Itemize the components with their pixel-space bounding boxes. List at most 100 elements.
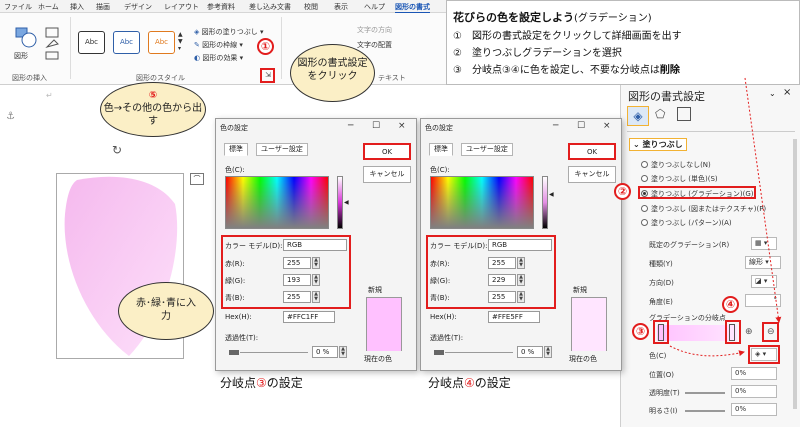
- green-input[interactable]: 229: [488, 274, 516, 286]
- blue-label: 青(B):: [430, 294, 450, 302]
- tab-references[interactable]: 参考資料: [207, 2, 235, 12]
- fill-section-header[interactable]: ⌄ 塗りつぶし: [629, 138, 687, 151]
- text-direction-button[interactable]: 文字の方向: [357, 25, 392, 35]
- tab-home[interactable]: ホーム: [38, 2, 59, 12]
- luminance-slider[interactable]: [542, 176, 548, 229]
- fill-line-tab-icon[interactable]: ◈: [627, 106, 649, 126]
- effects-tab-icon[interactable]: ⬠: [655, 107, 665, 121]
- text-align-button[interactable]: 文字の配置: [357, 40, 392, 50]
- red-spinner[interactable]: ▲ ▼: [517, 257, 525, 269]
- blue-input[interactable]: 255: [283, 291, 311, 303]
- minimize-icon[interactable]: ─: [553, 121, 558, 131]
- transparency-slider[interactable]: [229, 350, 239, 355]
- color-model-value: RGB: [492, 241, 508, 249]
- color-dialog-stop-4: 色の設定 ─ ☐ × 標準 ユーザー設定 OK キャンセル 色(C): ◀ カラ…: [420, 118, 622, 371]
- tab-design[interactable]: デザイン: [124, 2, 152, 12]
- green-input[interactable]: 193: [283, 274, 311, 286]
- tab-insert[interactable]: 挿入: [70, 2, 84, 12]
- close-icon[interactable]: ×: [398, 121, 406, 131]
- slider-arrow-icon[interactable]: ◀: [549, 191, 554, 198]
- tab-review[interactable]: 校閲: [304, 2, 318, 12]
- angle-input[interactable]: °: [745, 294, 781, 307]
- color-model-select[interactable]: RGB: [488, 239, 552, 251]
- tab-mailings[interactable]: 差し込み文書: [249, 2, 291, 12]
- color-dialog-stop-3: 色の設定 ─ ☐ × 標準 ユーザー設定 OK キャンセル 色(C): ◀ カラ…: [215, 118, 417, 371]
- shape-fill-button[interactable]: ◈ 図形の塗りつぶし ▾: [194, 27, 263, 37]
- color-model-select[interactable]: RGB: [283, 239, 347, 251]
- hex-input[interactable]: #FFC1FF: [283, 311, 335, 323]
- tab-standard[interactable]: 標準: [224, 143, 248, 156]
- format-shape-pane: 図形の書式設定 ⌄ × ◈ ⬠ ⌄ 塗りつぶし 塗りつぶしなし(N) 塗りつぶし…: [620, 85, 800, 427]
- shape-style-1[interactable]: Abc: [78, 31, 105, 54]
- tab-standard[interactable]: 標準: [429, 143, 453, 156]
- hex-input[interactable]: #FFE5FF: [488, 311, 540, 323]
- transparency-spinner[interactable]: ▲ ▼: [339, 346, 347, 358]
- cancel-button[interactable]: キャンセル: [568, 166, 616, 183]
- position-input[interactable]: 0%: [731, 367, 777, 380]
- luminance-slider[interactable]: [337, 176, 343, 229]
- ok-button[interactable]: OK: [568, 143, 616, 160]
- blue-spinner[interactable]: ▲ ▼: [517, 291, 525, 303]
- tab-view[interactable]: 表示: [334, 2, 348, 12]
- pane-close-icon[interactable]: ×: [783, 87, 791, 98]
- shapes-button-label[interactable]: 図形: [14, 51, 28, 61]
- tab-help[interactable]: ヘルプ: [364, 2, 385, 12]
- shape-style-3[interactable]: Abc: [148, 31, 175, 54]
- transparency-input[interactable]: 0 %: [312, 346, 338, 358]
- rotate-handle-icon[interactable]: ↻: [112, 143, 122, 157]
- caption-stop-3-b: の設定: [266, 376, 303, 390]
- cancel-button[interactable]: キャンセル: [363, 166, 411, 183]
- direction-button[interactable]: ◪ ▾: [751, 275, 777, 288]
- maximize-icon[interactable]: ☐: [372, 121, 380, 131]
- transparency-slider[interactable]: [685, 392, 725, 394]
- brightness-input[interactable]: 0%: [731, 403, 777, 416]
- transparency-spinner[interactable]: ▲ ▼: [544, 346, 552, 358]
- caption-stop-4-num: ④: [464, 376, 475, 390]
- styles-scroll-icon[interactable]: ▲ ▼ ▾: [178, 31, 183, 52]
- green-spinner[interactable]: ▲ ▼: [517, 274, 525, 286]
- red-input[interactable]: 255: [488, 257, 516, 269]
- tab-custom[interactable]: ユーザー設定: [461, 143, 513, 156]
- size-tab-icon[interactable]: [677, 107, 691, 121]
- transparency-slider[interactable]: [434, 350, 444, 355]
- fill-option-none[interactable]: 塗りつぶしなし(N): [641, 160, 711, 170]
- pane-menu-icon[interactable]: ⌄: [769, 89, 776, 98]
- edit-shape-icon[interactable]: [44, 25, 62, 61]
- fill-option-picture[interactable]: 塗りつぶし (図またはテクスチャ)(P): [641, 204, 766, 214]
- minimize-icon[interactable]: ─: [348, 121, 353, 131]
- blue-input[interactable]: 255: [488, 291, 516, 303]
- green-spinner[interactable]: ▲ ▼: [312, 274, 320, 286]
- pane-scrollbar[interactable]: [793, 139, 797, 409]
- ok-button[interactable]: OK: [363, 143, 411, 160]
- tab-layout[interactable]: レイアウト: [164, 2, 199, 12]
- maximize-icon[interactable]: ☐: [577, 121, 585, 131]
- color-spectrum[interactable]: [430, 176, 534, 229]
- add-stop-icon[interactable]: ⊕: [745, 327, 753, 337]
- color-spectrum[interactable]: [225, 176, 329, 229]
- pane-divider: [627, 131, 795, 132]
- tab-custom[interactable]: ユーザー設定: [256, 143, 308, 156]
- tab-draw[interactable]: 描画: [96, 2, 110, 12]
- preset-gradient-button[interactable]: ▦ ▾: [751, 237, 777, 250]
- layout-options-icon[interactable]: ⌒: [190, 173, 204, 185]
- angle-value: °: [773, 296, 778, 304]
- radio-icon: [641, 205, 648, 212]
- shapes-icon[interactable]: [14, 25, 38, 49]
- fill-option-solid[interactable]: 塗りつぶし (単色)(S): [641, 174, 718, 184]
- fill-option-pattern[interactable]: 塗りつぶし (パターン)(A): [641, 218, 732, 228]
- transparency-input[interactable]: 0 %: [517, 346, 543, 358]
- red-spinner[interactable]: ▲ ▼: [312, 257, 320, 269]
- shape-effect-button[interactable]: ◐ 図形の効果 ▾: [194, 53, 243, 63]
- shape-outline-button[interactable]: ✎ 図形の枠線 ▾: [194, 40, 243, 50]
- note-title-main: 花びらの色を設定しよう: [453, 11, 574, 24]
- color-model-value: RGB: [287, 241, 303, 249]
- slider-arrow-icon[interactable]: ◀: [344, 199, 349, 206]
- close-icon[interactable]: ×: [603, 121, 611, 131]
- brightness-slider[interactable]: [685, 410, 725, 412]
- shape-style-2[interactable]: Abc: [113, 31, 140, 54]
- type-select[interactable]: 線形 ▾: [745, 256, 781, 269]
- tab-file[interactable]: ファイル: [4, 2, 32, 12]
- transparency-input[interactable]: 0%: [731, 385, 777, 398]
- red-input[interactable]: 255: [283, 257, 311, 269]
- blue-spinner[interactable]: ▲ ▼: [312, 291, 320, 303]
